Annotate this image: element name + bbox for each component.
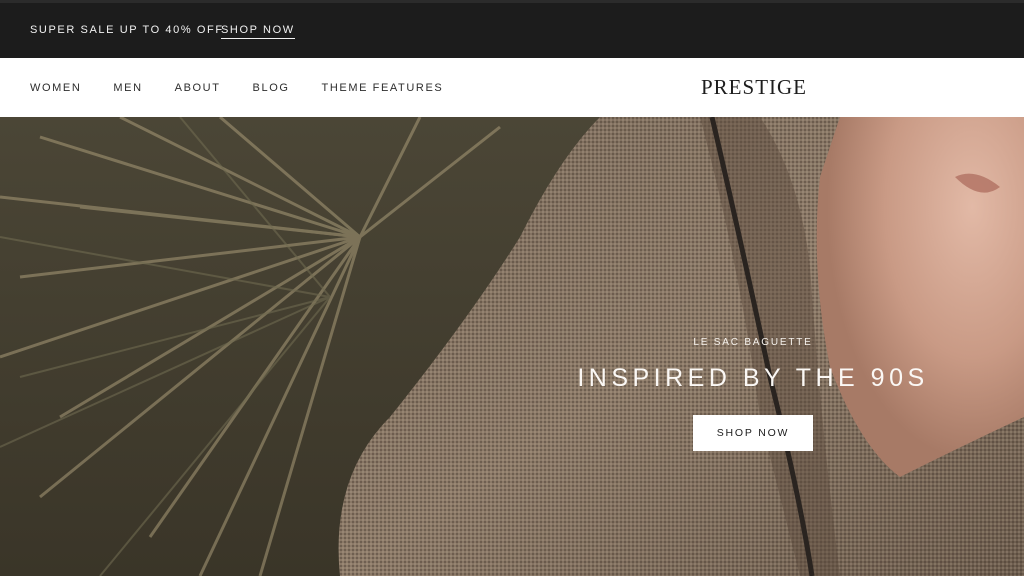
announcement-text: SUPER SALE UP TO 40% OFF bbox=[30, 24, 224, 36]
hero-heading: INSPIRED BY THE 90S bbox=[577, 364, 929, 392]
hero-banner: LE SAC BAGUETTE INSPIRED BY THE 90S SHOP… bbox=[0, 117, 1024, 576]
site-logo[interactable]: PRESTIGE bbox=[701, 75, 807, 100]
hero-shop-now-button[interactable]: SHOP NOW bbox=[693, 415, 813, 451]
hero-subheading: LE SAC BAGUETTE bbox=[693, 337, 813, 348]
site-header: WOMEN MEN ABOUT BLOG THEME FEATURES PRES… bbox=[0, 58, 1024, 117]
main-navigation: WOMEN MEN ABOUT BLOG THEME FEATURES bbox=[30, 82, 475, 94]
nav-item-theme-features[interactable]: THEME FEATURES bbox=[322, 82, 444, 94]
announcement-bar: SUPER SALE UP TO 40% OFF SHOP NOW bbox=[0, 0, 1024, 58]
nav-item-blog[interactable]: BLOG bbox=[253, 82, 290, 94]
announcement-shop-now-link[interactable]: SHOP NOW bbox=[221, 24, 295, 39]
nav-item-women[interactable]: WOMEN bbox=[30, 82, 81, 94]
hero-content: LE SAC BAGUETTE INSPIRED BY THE 90S SHOP… bbox=[553, 337, 953, 451]
nav-item-men[interactable]: MEN bbox=[113, 82, 142, 94]
nav-item-about[interactable]: ABOUT bbox=[175, 82, 221, 94]
